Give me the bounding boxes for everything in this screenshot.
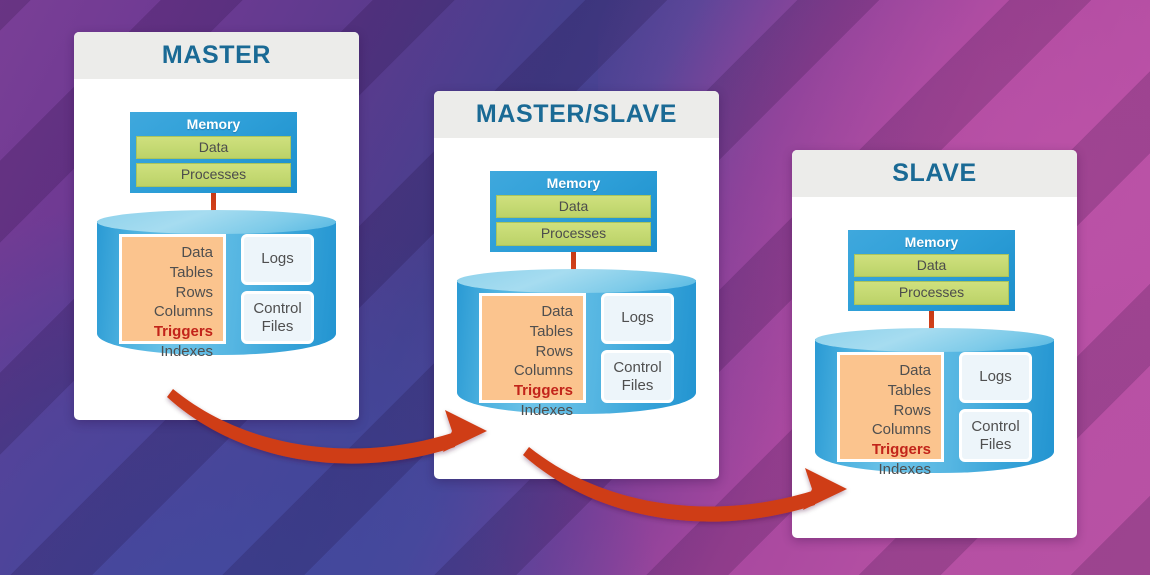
- data-panel-master-slave: Data Tables Rows Columns Triggers Indexe…: [479, 293, 586, 419]
- page-title-master: MASTER: [161, 41, 272, 69]
- memory-slot-processes-master: Processes: [136, 163, 291, 187]
- side-box-logs-label-slave: Logs: [979, 368, 1012, 386]
- side-box-control-files-label-slave: Control Files: [971, 417, 1020, 453]
- side-box-logs-label-master: Logs: [261, 250, 294, 268]
- data-panel-master: Data Tables Rows Columns Triggers Indexe…: [119, 234, 226, 360]
- data-item-indexes: Indexes: [160, 342, 213, 360]
- data-item-triggers: Triggers: [871, 441, 931, 459]
- data-panel-slave: Data Tables Rows Columns Triggers Indexe…: [837, 352, 944, 478]
- database-cylinder-master-slave: Data Tables Rows Columns Triggers Indexe…: [457, 269, 696, 419]
- data-item-indexes: Indexes: [878, 460, 931, 478]
- node-card-master-slave[interactable]: MASTER/SLAVE Memory Data Processes Data …: [434, 91, 719, 479]
- data-item-tables: Tables: [529, 322, 573, 340]
- node-card-master[interactable]: MASTER Memory Data Processes Data Tables…: [74, 32, 359, 420]
- cylinder-top-ellipse-slave: [815, 328, 1054, 352]
- memory-label-master: Memory: [186, 116, 241, 132]
- data-item-tables: Tables: [887, 381, 931, 399]
- data-item-rows: Rows: [893, 401, 931, 419]
- side-box-control-files-slave: Control Files: [959, 409, 1032, 462]
- data-item-tables: Tables: [169, 263, 213, 281]
- side-box-control-files-master-slave: Control Files: [601, 350, 674, 403]
- memory-slot-data-master-slave: Data: [496, 195, 651, 219]
- database-cylinder-master: Data Tables Rows Columns Triggers Indexe…: [97, 210, 336, 360]
- data-item-columns: Columns: [153, 303, 213, 321]
- memory-block-master-slave: Memory Data Processes: [490, 171, 657, 252]
- cylinder-top-ellipse-master: [97, 210, 336, 234]
- data-item-rows: Rows: [175, 283, 213, 301]
- side-box-control-files-label-master-slave: Control Files: [613, 358, 662, 394]
- page-title-slave: SLAVE: [892, 159, 977, 187]
- card-header-master: MASTER: [74, 32, 359, 79]
- memory-slot-data-master: Data: [136, 136, 291, 160]
- memory-slot-data-slave: Data: [854, 254, 1009, 278]
- data-item-triggers: Triggers: [153, 323, 213, 341]
- data-item-data: Data: [181, 244, 213, 261]
- side-box-logs-label-master-slave: Logs: [621, 309, 654, 327]
- card-header-master-slave: MASTER/SLAVE: [434, 91, 719, 138]
- data-item-indexes: Indexes: [520, 401, 573, 419]
- card-header-slave: SLAVE: [792, 150, 1077, 197]
- side-box-logs-slave: Logs: [959, 352, 1032, 403]
- memory-label-slave: Memory: [904, 234, 959, 250]
- data-item-data: Data: [899, 362, 931, 379]
- data-item-columns: Columns: [871, 421, 931, 439]
- diagram-canvas: MASTER Memory Data Processes Data Tables…: [0, 0, 1150, 575]
- data-item-rows: Rows: [535, 342, 573, 360]
- page-title-master-slave: MASTER/SLAVE: [475, 100, 678, 128]
- data-item-columns: Columns: [513, 362, 573, 380]
- memory-label-master-slave: Memory: [546, 175, 601, 191]
- database-cylinder-slave: Data Tables Rows Columns Triggers Indexe…: [815, 328, 1054, 478]
- side-box-logs-master-slave: Logs: [601, 293, 674, 344]
- data-item-triggers: Triggers: [513, 382, 573, 400]
- data-item-data: Data: [541, 303, 573, 320]
- side-box-control-files-label-master: Control Files: [253, 299, 302, 335]
- memory-block-master: Memory Data Processes: [130, 112, 297, 193]
- side-box-logs-master: Logs: [241, 234, 314, 285]
- cylinder-top-ellipse-master-slave: [457, 269, 696, 293]
- memory-slot-processes-slave: Processes: [854, 281, 1009, 305]
- node-card-slave[interactable]: SLAVE Memory Data Processes Data Tables …: [792, 150, 1077, 538]
- memory-slot-processes-master-slave: Processes: [496, 222, 651, 246]
- side-box-control-files-master: Control Files: [241, 291, 314, 344]
- memory-block-slave: Memory Data Processes: [848, 230, 1015, 311]
